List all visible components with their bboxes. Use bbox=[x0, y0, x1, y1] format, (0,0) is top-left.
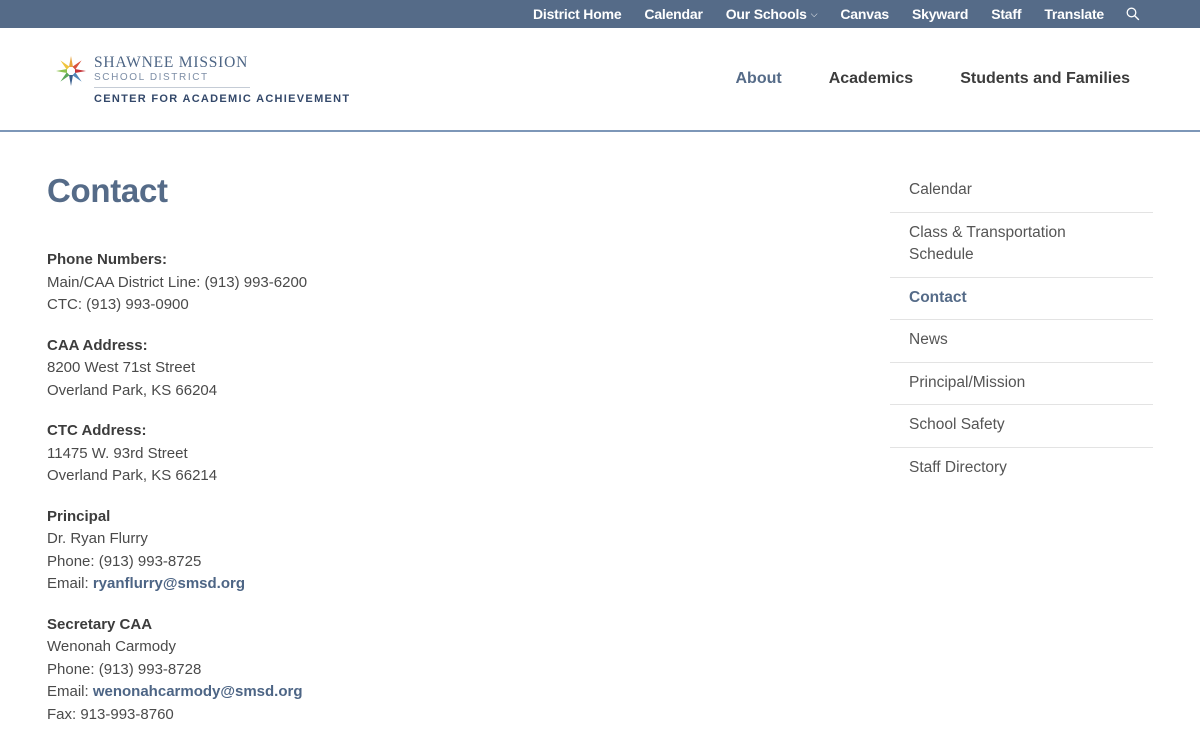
principal-block: Principal Dr. Ryan Flurry Phone: (913) 9… bbox=[47, 506, 747, 596]
our-schools-label: Our Schools bbox=[725, 6, 807, 22]
secretary-name: Wenonah Carmody bbox=[47, 638, 176, 655]
principal-phone: Phone: (913) 993-8725 bbox=[47, 552, 202, 570]
caa-address-street: 8200 West 71st Street bbox=[47, 359, 196, 376]
principal-email-prefix: Email: bbox=[47, 575, 93, 592]
ctc-address-block: CTC Address: 11475 W. 93rd Street Overla… bbox=[47, 420, 747, 488]
section-side-menu: Calendar Class & Transportation Schedule… bbox=[890, 170, 1153, 489]
utility-link-our-schools[interactable]: Our Schools ⌵ bbox=[726, 6, 818, 22]
secretary-phone: Phone: (913) 993-8728 bbox=[47, 660, 202, 678]
utility-link-staff[interactable]: Staff bbox=[991, 6, 1021, 22]
logo-line-school-district: SCHOOL DISTRICT bbox=[94, 72, 250, 88]
secretary-label: Secretary CAA bbox=[47, 615, 153, 633]
starburst-logo-icon bbox=[54, 54, 88, 88]
secretary-email-line: Email: wenonahcarmody@smsd.org bbox=[47, 681, 747, 704]
secretary-email-prefix: Email: bbox=[47, 683, 93, 700]
ctc-address-street: 11475 W. 93rd Street bbox=[47, 444, 188, 462]
side-menu-item-school-safety[interactable]: School Safety bbox=[890, 405, 1153, 448]
caa-address-city: Overland Park, KS 66204 bbox=[47, 381, 218, 399]
logo-wordmark: SHAWNEE MISSION SCHOOL DISTRICT CENTER F… bbox=[94, 54, 350, 106]
district-line-phone: Main/CAA District Line: (913) 993-6200 bbox=[47, 273, 308, 291]
utility-link-translate[interactable]: Translate bbox=[1044, 6, 1104, 22]
utility-bar: District Home Calendar Our Schools ⌵ Canv… bbox=[0, 0, 1200, 28]
main-nav-academics[interactable]: Academics bbox=[829, 70, 914, 88]
phone-numbers-block: Phone Numbers: Main/CAA District Line: (… bbox=[47, 249, 747, 317]
main-nav-students-and-families[interactable]: Students and Families bbox=[960, 70, 1130, 88]
utility-link-district-home[interactable]: District Home bbox=[533, 6, 622, 22]
utility-link-skyward[interactable]: Skyward bbox=[912, 6, 968, 22]
chevron-down-icon: ⌵ bbox=[810, 9, 818, 19]
utility-link-canvas[interactable]: Canvas bbox=[840, 6, 889, 22]
side-menu-item-staff-directory[interactable]: Staff Directory bbox=[890, 448, 1153, 490]
utility-link-calendar[interactable]: Calendar bbox=[644, 6, 703, 22]
side-menu-item-news[interactable]: News bbox=[890, 320, 1153, 363]
principal-email-line: Email: ryanflurry@smsd.org bbox=[47, 573, 747, 596]
logo-line-district: SHAWNEE MISSION bbox=[94, 54, 249, 71]
secretary-fax: Fax: 913-993-8760 bbox=[47, 705, 174, 723]
ctc-phone: CTC: (913) 993-0900 bbox=[47, 296, 189, 313]
main-nav: About Academics Students and Families bbox=[688, 70, 1130, 88]
page-title: Contact bbox=[47, 172, 168, 209]
secretary-email-link[interactable]: wenonahcarmody@smsd.org bbox=[93, 683, 303, 700]
caa-address-block: CAA Address: 8200 West 71st Street Overl… bbox=[47, 335, 747, 403]
side-menu-item-calendar[interactable]: Calendar bbox=[890, 170, 1153, 213]
side-menu-item-contact[interactable]: Contact bbox=[890, 278, 1153, 320]
phone-numbers-label: Phone Numbers: bbox=[47, 251, 168, 268]
logo-line-school-name: CENTER FOR ACADEMIC ACHIEVEMENT bbox=[94, 93, 351, 105]
site-logo[interactable]: SHAWNEE MISSION SCHOOL DISTRICT CENTER F… bbox=[54, 54, 350, 106]
side-menu-item-principal-mission[interactable]: Principal/Mission bbox=[890, 363, 1153, 405]
principal-email-link[interactable]: ryanflurry@smsd.org bbox=[93, 575, 245, 592]
ctc-address-city: Overland Park, KS 66214 bbox=[47, 467, 218, 484]
ctc-address-label: CTC Address: bbox=[47, 422, 147, 439]
principal-label: Principal bbox=[47, 507, 111, 525]
main-content: Contact Phone Numbers: Main/CAA District… bbox=[47, 172, 747, 744]
secretary-block: Secretary CAA Wenonah Carmody Phone: (91… bbox=[47, 614, 747, 727]
site-header: SHAWNEE MISSION SCHOOL DISTRICT CENTER F… bbox=[0, 28, 1200, 132]
search-icon[interactable] bbox=[1126, 7, 1140, 21]
principal-name: Dr. Ryan Flurry bbox=[47, 530, 148, 547]
side-menu-item-class-transportation-schedule[interactable]: Class & Transportation Schedule bbox=[890, 213, 1153, 278]
caa-address-label: CAA Address: bbox=[47, 336, 148, 354]
main-nav-about[interactable]: About bbox=[735, 70, 781, 88]
utility-nav: District Home Calendar Our Schools ⌵ Canv… bbox=[510, 0, 1140, 28]
